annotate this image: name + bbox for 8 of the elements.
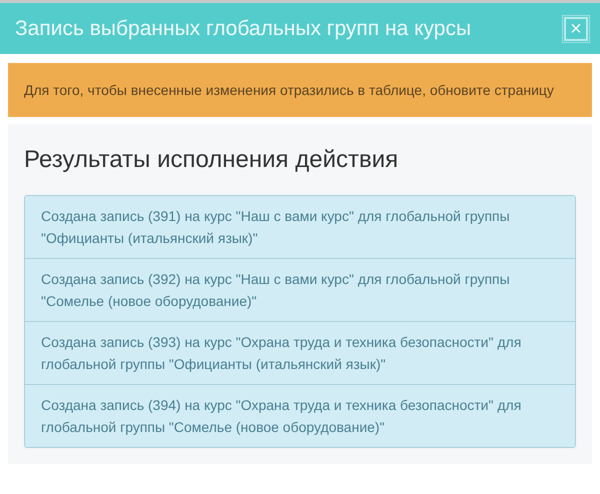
result-message: Создана запись (391) на курс "Наш с вами курс" для глобальной группы "Официанты (итальянский язык)" <box>25 196 575 258</box>
results-heading: Результаты исполнения действия <box>24 145 400 175</box>
result-message: Создана запись (394) на курс "Охрана труда и техника безопасности" для глобальной группы "Сомелье (новое оборудование)" <box>25 384 575 447</box>
warning-alert: Для того, чтобы внесенные изменения отразились в таблице, обновите страницу <box>8 63 592 117</box>
result-message: Создана запись (392) на курс "Наш с вами курс" для глобальной группы "Сомелье (новое оборудование)" <box>25 258 575 321</box>
modal-title: Запись выбранных глобальных групп на курсы <box>15 16 472 40</box>
result-message: Создана запись (393) на курс "Охрана труда и техника безопасности" для глобальной группы "Официанты (итальянский язык)" <box>25 321 575 384</box>
close-button[interactable]: × <box>564 16 588 40</box>
